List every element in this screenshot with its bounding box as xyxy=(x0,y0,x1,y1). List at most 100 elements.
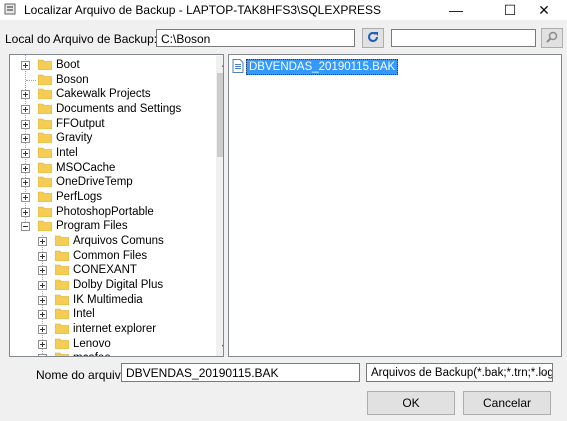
tree-item-conexant[interactable]: CONEXANT xyxy=(27,263,213,277)
tree-item-label: Boson xyxy=(56,74,89,86)
folder-icon xyxy=(55,279,69,290)
expand-icon[interactable] xyxy=(38,340,47,349)
minimize-button[interactable]: — xyxy=(433,0,479,20)
file-type-value: Arquivos de Backup(*.bak;*.trn;*.log) xyxy=(371,367,553,379)
title-bar: Localizar Arquivo de Backup - LAPTOP-TAK… xyxy=(0,0,567,20)
tree-item-label: Documents and Settings xyxy=(56,103,182,115)
folder-icon xyxy=(38,162,52,173)
tree-scrollbar[interactable]: ▲ ▼ xyxy=(216,56,223,356)
tree-guide-line xyxy=(26,80,36,81)
file-list[interactable]: DBVENDAS_20190115.BAK xyxy=(228,54,562,357)
tree-item-perflogs[interactable]: PerfLogs xyxy=(10,190,210,204)
folder-icon xyxy=(55,308,69,319)
expand-icon[interactable] xyxy=(38,296,47,305)
folder-icon xyxy=(55,352,69,356)
search-icon xyxy=(545,30,559,47)
folder-icon xyxy=(38,118,52,129)
file-name-input[interactable]: DBVENDAS_20190115.BAK xyxy=(121,363,360,382)
tree-item-label: Lenovo xyxy=(73,338,111,350)
refresh-icon xyxy=(366,30,380,47)
expand-icon[interactable] xyxy=(21,120,30,129)
tree-item-documents-and-settings[interactable]: Documents and Settings xyxy=(10,102,210,116)
tree-item-common-files[interactable]: Common Files xyxy=(27,249,213,263)
tree-item-internet-explorer[interactable]: internet explorer xyxy=(27,322,213,336)
folder-icon xyxy=(38,103,52,114)
tree-item-label: Dolby Digital Plus xyxy=(73,279,164,291)
folder-icon xyxy=(38,191,52,202)
refresh-button[interactable] xyxy=(362,28,384,48)
tree-item-program-files[interactable]: Program Files xyxy=(10,219,210,233)
tree-item-label: Intel xyxy=(73,308,95,320)
search-input[interactable] xyxy=(391,29,536,47)
expand-icon[interactable] xyxy=(21,178,30,187)
tree-item-ffoutput[interactable]: FFOutput xyxy=(10,117,210,131)
expand-icon[interactable] xyxy=(21,149,30,158)
file-name-label: Nome do arquivo: xyxy=(36,368,131,382)
tree-item-onedrivetemp[interactable]: OneDriveTemp xyxy=(10,175,210,189)
folder-icon xyxy=(55,294,69,305)
tree-item-boson[interactable]: Boson xyxy=(10,73,210,87)
close-button[interactable]: ✕ xyxy=(521,0,567,20)
folder-icon xyxy=(38,206,52,217)
folder-icon xyxy=(55,338,69,349)
ok-button[interactable]: OK xyxy=(367,391,455,415)
tree-item-cakewalk-projects[interactable]: Cakewalk Projects xyxy=(10,87,210,101)
tree-item-mcafee[interactable]: mcafee xyxy=(27,351,213,356)
scroll-thumb[interactable] xyxy=(217,73,223,157)
tree-item-label: Program Files xyxy=(56,220,128,232)
tree-item-label: Cakewalk Projects xyxy=(56,88,151,100)
scroll-up-button[interactable]: ▲ xyxy=(216,56,223,73)
expand-icon[interactable] xyxy=(38,252,47,261)
folder-icon xyxy=(38,59,52,70)
tree-item-msocache[interactable]: MSOCache xyxy=(10,161,210,175)
expand-icon[interactable] xyxy=(38,266,47,275)
tree-item-intel-child[interactable]: Intel xyxy=(27,307,213,321)
expand-icon[interactable] xyxy=(21,164,30,173)
cancel-button[interactable]: Cancelar xyxy=(463,391,551,415)
folder-tree[interactable]: Boot Boson Cakewalk Projects Documents a… xyxy=(9,54,224,357)
file-item-selected[interactable]: DBVENDAS_20190115.BAK xyxy=(232,58,399,76)
expand-icon[interactable] xyxy=(38,354,47,356)
expand-icon[interactable] xyxy=(38,325,47,334)
tree-item-intel[interactable]: Intel xyxy=(10,146,210,160)
expand-icon[interactable] xyxy=(21,208,30,217)
expand-icon[interactable] xyxy=(38,281,47,290)
tree-item-gravity[interactable]: Gravity xyxy=(10,131,210,145)
tree-item-arquivos-comuns[interactable]: Arquivos Comuns xyxy=(27,234,213,248)
scroll-down-button[interactable]: ▼ xyxy=(216,339,223,356)
expand-icon[interactable] xyxy=(21,193,30,202)
tree-item-lenovo[interactable]: Lenovo xyxy=(27,337,213,351)
file-name: DBVENDAS_20190115.BAK xyxy=(246,59,399,75)
tree-item-photoshopportable[interactable]: PhotoshopPortable xyxy=(10,205,210,219)
expand-icon[interactable] xyxy=(21,61,30,70)
backup-location-input[interactable]: C:\Boson xyxy=(156,29,355,47)
search-button[interactable] xyxy=(541,28,563,48)
file-type-select[interactable]: Arquivos de Backup(*.bak;*.trn;*.log) ⌵ xyxy=(366,363,553,382)
expand-icon[interactable] xyxy=(38,237,47,246)
collapse-icon[interactable] xyxy=(21,222,30,231)
tree-item-label: OneDriveTemp xyxy=(56,176,133,188)
tree-item-label: Arquivos Comuns xyxy=(73,235,164,247)
folder-icon xyxy=(38,132,52,143)
folder-icon xyxy=(38,88,52,99)
folder-icon xyxy=(38,147,52,158)
expand-icon[interactable] xyxy=(21,105,30,114)
window-title: Localizar Arquivo de Backup - LAPTOP-TAK… xyxy=(24,3,382,17)
folder-icon xyxy=(55,235,69,246)
folder-icon xyxy=(55,323,69,334)
tree-item-label: FFOutput xyxy=(56,118,105,130)
folder-icon xyxy=(38,220,52,231)
tree-item-ik-multimedia[interactable]: IK Multimedia xyxy=(27,293,213,307)
expand-icon[interactable] xyxy=(21,90,30,99)
tree-item-label: mcafee xyxy=(73,351,111,356)
backup-location-label: Local do Arquivo de Backup: xyxy=(5,32,158,46)
folder-icon xyxy=(38,176,52,187)
tree-item-label: PerfLogs xyxy=(56,191,103,203)
expand-icon[interactable] xyxy=(21,134,30,143)
tree-item-label: Common Files xyxy=(73,250,148,262)
tree-item-boot[interactable]: Boot xyxy=(10,58,210,72)
expand-icon[interactable] xyxy=(38,310,47,319)
file-icon xyxy=(232,58,244,76)
tree-item-dolby-digital-plus[interactable]: Dolby Digital Plus xyxy=(27,278,213,292)
tree-item-label: Gravity xyxy=(56,132,93,144)
